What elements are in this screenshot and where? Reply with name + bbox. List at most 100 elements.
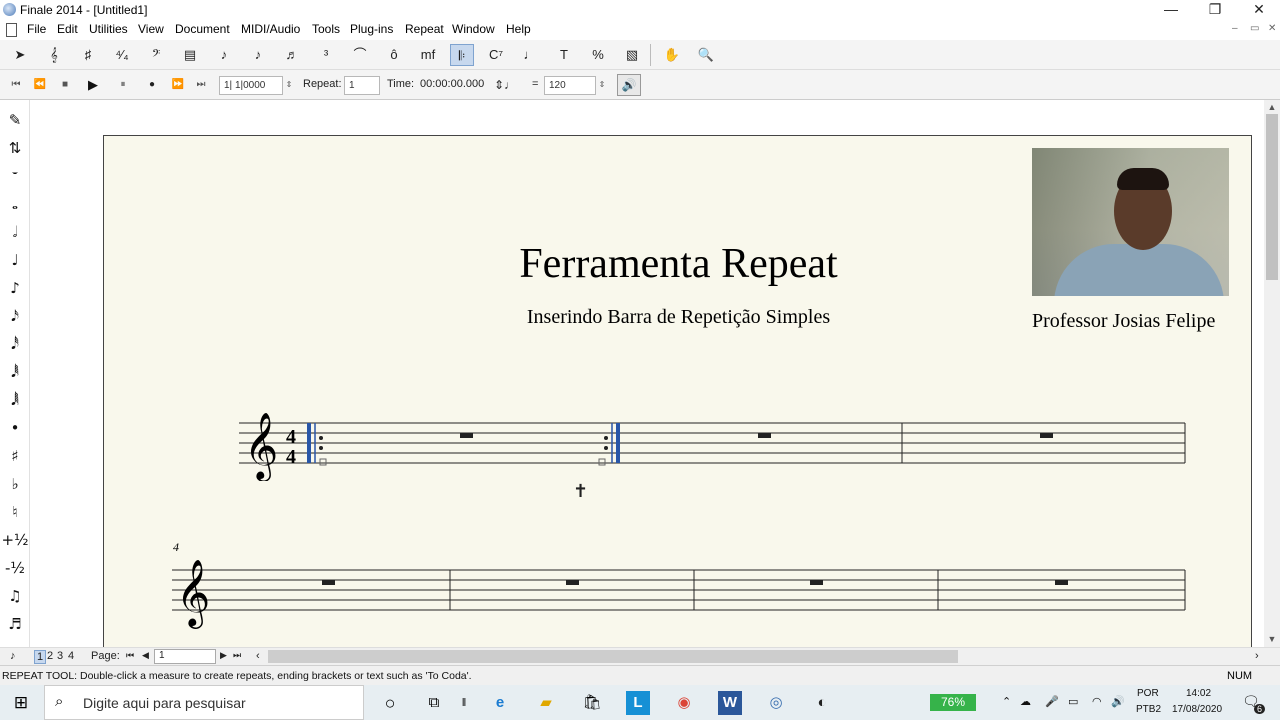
- repeat-tool-icon[interactable]: 𝄆: [450, 44, 474, 66]
- menu-midi-audio[interactable]: MIDI/Audio: [241, 22, 300, 36]
- counter-field[interactable]: 1| 1|0000: [219, 76, 283, 95]
- repeat-select[interactable]: 1: [344, 76, 380, 95]
- mdi-close-button[interactable]: ✕: [1268, 23, 1276, 34]
- finale-taskbar-icon[interactable]: ◎: [764, 691, 788, 715]
- graphics-tool-icon[interactable]: ▧: [620, 44, 644, 66]
- last-page-icon[interactable]: ⏭: [233, 650, 241, 661]
- battery-percent-badge[interactable]: 76%: [930, 694, 976, 711]
- onedrive-icon[interactable]: ☁: [1020, 695, 1031, 708]
- key-signature-tool-icon[interactable]: ♯: [76, 44, 100, 66]
- page-tab-2[interactable]: 2: [47, 650, 53, 662]
- tempo-unit-selector[interactable]: ⇕♩: [490, 78, 520, 92]
- battery-icon[interactable]: ▭: [1068, 695, 1078, 708]
- menu-window[interactable]: Window: [452, 22, 495, 36]
- keyboard-layout-indicator[interactable]: PTB2: [1136, 704, 1161, 715]
- page-tab-4[interactable]: 4: [68, 650, 74, 662]
- horizontal-scroll-thumb[interactable]: [268, 650, 958, 663]
- close-button[interactable]: ✕: [1236, 0, 1280, 20]
- start-repeat-barline[interactable]: [307, 423, 327, 466]
- next-page-icon[interactable]: ▶: [220, 650, 227, 661]
- whole-note-icon[interactable]: 𝅝: [0, 192, 30, 216]
- whole-rest[interactable]: [810, 580, 823, 585]
- scroll-down-icon[interactable]: ▼: [1264, 634, 1280, 644]
- tuplet-icon[interactable]: ♬: [0, 612, 30, 636]
- expression-tool-icon[interactable]: mf: [416, 44, 440, 66]
- tray-chevron-icon[interactable]: ⌃: [1002, 695, 1011, 708]
- staff-system-2[interactable]: 𝄞: [168, 552, 1198, 632]
- staff-system-1[interactable]: 𝄞 4 4: [234, 401, 1194, 481]
- menu-plug-ins[interactable]: Plug-ins: [350, 22, 393, 36]
- dot-icon[interactable]: •: [0, 416, 30, 440]
- half-step-up-icon[interactable]: +½: [0, 528, 30, 552]
- selection-tool-icon[interactable]: ➤: [8, 44, 32, 66]
- eighth-note-icon[interactable]: ♪: [0, 276, 30, 300]
- stop-icon[interactable]: ■: [57, 78, 73, 92]
- store-icon[interactable]: 🛍: [580, 691, 604, 715]
- tempo-spinner[interactable]: ⇕: [596, 78, 608, 92]
- rewind-icon[interactable]: ⏪: [32, 78, 48, 92]
- clef-tool-icon[interactable]: 𝄢: [144, 44, 168, 66]
- lightshot-icon[interactable]: L: [626, 691, 650, 715]
- clock-date[interactable]: 17/08/2020: [1172, 704, 1222, 715]
- resize-tool-icon[interactable]: %: [586, 44, 610, 66]
- hyperscribe-tool-icon[interactable]: ♬: [280, 44, 304, 66]
- mdi-minimize-button[interactable]: –: [1232, 23, 1238, 34]
- page-number-field[interactable]: 1: [154, 649, 216, 664]
- whole-rest[interactable]: [1040, 433, 1053, 438]
- menu-file[interactable]: File: [27, 22, 46, 36]
- obs-icon[interactable]: ◐: [810, 691, 834, 715]
- language-indicator[interactable]: POR: [1137, 688, 1159, 699]
- forward-end-icon[interactable]: ⏭: [193, 78, 209, 92]
- tempo-field[interactable]: 120: [544, 76, 596, 95]
- tie-icon[interactable]: ♫: [0, 584, 30, 608]
- lyrics-tool-icon[interactable]: ♩: [518, 44, 542, 66]
- simple-entry-tool-icon[interactable]: ♪: [212, 44, 236, 66]
- half-step-down-icon[interactable]: -½: [0, 556, 30, 580]
- articulation-tool-icon[interactable]: ô: [382, 44, 406, 66]
- pause-icon[interactable]: ⏸: [115, 78, 131, 92]
- composer-text[interactable]: Professor Josias Felipe: [1032, 310, 1215, 333]
- edge-browser-icon[interactable]: e: [488, 691, 512, 715]
- file-explorer-icon[interactable]: ▰: [534, 691, 558, 715]
- scroll-up-icon[interactable]: ▲: [1264, 102, 1280, 112]
- smart-shape-tool-icon[interactable]: ⌒: [348, 44, 372, 66]
- text-tool-icon[interactable]: T: [552, 44, 576, 66]
- flat-icon[interactable]: ♭: [0, 472, 30, 496]
- chrome-icon[interactable]: ◉: [672, 691, 696, 715]
- windows-start-icon[interactable]: ⊞: [9, 691, 33, 715]
- clock-time[interactable]: 14:02: [1186, 688, 1211, 699]
- play-icon[interactable]: ▶: [85, 78, 101, 92]
- minimize-button[interactable]: —: [1148, 0, 1194, 20]
- whole-rest[interactable]: [758, 433, 771, 438]
- menu-utilities[interactable]: Utilities: [89, 22, 128, 36]
- whole-rest[interactable]: [322, 580, 335, 585]
- document-icon[interactable]: [6, 23, 17, 37]
- eraser-tool-icon[interactable]: ✎: [0, 108, 30, 132]
- half-note-icon[interactable]: 𝅗𝅥: [0, 220, 30, 244]
- staff-tool-icon[interactable]: 𝄞: [42, 44, 66, 66]
- vertical-scrollbar[interactable]: ▲ ▼: [1264, 100, 1280, 648]
- scroll-left-icon[interactable]: ‹: [256, 650, 260, 662]
- chord-tool-icon[interactable]: C⁷: [484, 44, 508, 66]
- restore-button[interactable]: ❐: [1192, 0, 1238, 20]
- rest-tool-icon[interactable]: 𝄻: [0, 164, 30, 188]
- rewind-start-icon[interactable]: ⏮: [8, 78, 24, 92]
- task-view-icon[interactable]: ⧉: [422, 691, 446, 715]
- whole-rest[interactable]: [1055, 580, 1068, 585]
- page-tab-1[interactable]: 1: [34, 650, 47, 664]
- menu-tools[interactable]: Tools: [312, 22, 340, 36]
- playback-settings-icon[interactable]: 🔊: [617, 74, 641, 96]
- hand-grabber-icon[interactable]: ✋: [660, 44, 684, 66]
- time-signature-tool-icon[interactable]: ⁴⁄₄: [110, 44, 134, 66]
- menu-edit[interactable]: Edit: [57, 22, 78, 36]
- zoom-tool-icon[interactable]: 🔍: [694, 44, 718, 66]
- measure-tool-icon[interactable]: ▤: [178, 44, 202, 66]
- mdi-restore-button[interactable]: ▭: [1250, 23, 1259, 34]
- counter-spinner[interactable]: ⇕: [283, 78, 295, 92]
- previous-page-icon[interactable]: ◀: [142, 650, 149, 661]
- word-icon[interactable]: W: [718, 691, 742, 715]
- menu-view[interactable]: View: [138, 22, 164, 36]
- fast-forward-icon[interactable]: ⏩: [170, 78, 186, 92]
- sharp-icon[interactable]: ♯: [0, 444, 30, 468]
- speedy-entry-tool-icon[interactable]: ♪: [246, 44, 270, 66]
